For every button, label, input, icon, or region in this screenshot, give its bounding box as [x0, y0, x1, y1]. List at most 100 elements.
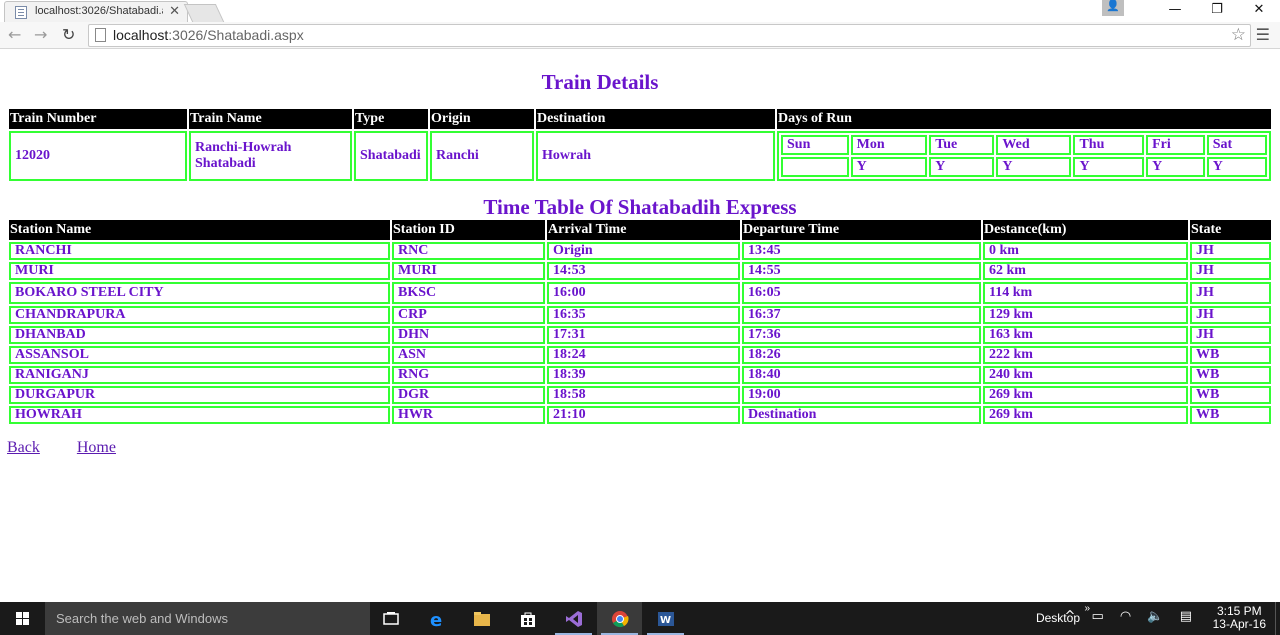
- taskbar-search-box[interactable]: Search the web and Windows: [45, 602, 370, 635]
- timetable-row: DHANBAD DHN 17:31 17:36 163 km JH: [9, 326, 1271, 344]
- page-content: Train Details Train Number Train Name Ty…: [0, 50, 1280, 602]
- timetable-row: DURGAPUR DGR 18:58 19:00 269 km WB: [9, 386, 1271, 404]
- home-link[interactable]: Home: [77, 439, 116, 456]
- timetable-row: ASSANSOL ASN 18:24 18:26 222 km WB: [9, 346, 1271, 364]
- timetable-row: CHANDRAPURA CRP 16:35 16:37 129 km JH: [9, 306, 1271, 324]
- header-days-of-run: Days of Run: [777, 109, 1271, 129]
- timetable-row: RANCHI RNC Origin 13:45 0 km JH: [9, 242, 1271, 260]
- browser-menu-icon[interactable]: ☰: [1256, 25, 1270, 44]
- cell-distance: 0 km: [983, 242, 1188, 260]
- chrome-button[interactable]: [597, 602, 642, 635]
- page-icon: [95, 28, 106, 42]
- cell-departure-time: 18:40: [742, 366, 981, 384]
- cell-departure-time: 17:36: [742, 326, 981, 344]
- cell-station-name: DHANBAD: [9, 326, 390, 344]
- word-icon: W: [657, 611, 674, 626]
- address-bar[interactable]: localhost:3026/Shatabadi.aspx ☆: [88, 24, 1251, 47]
- bookmark-star-icon[interactable]: ☆: [1231, 25, 1246, 45]
- cell-station-id: RNC: [392, 242, 545, 260]
- cell-station-id: BKSC: [392, 282, 545, 304]
- days-of-run-table: Sun Mon Tue Wed Thu Fri Sat Y Y Y Y Y Y: [779, 133, 1269, 179]
- timetable-table: Station Name Station ID Arrival Time Dep…: [7, 218, 1273, 426]
- back-link[interactable]: Back: [7, 439, 40, 456]
- cell-arrival-time: 17:31: [547, 326, 740, 344]
- cell-station-name: BOKARO STEEL CITY: [9, 282, 390, 304]
- train-details-row: 12020 Ranchi-Howrah Shatabadi Shatabadi …: [9, 131, 1271, 181]
- tray-icons[interactable]: ^ ▭ ◠ 🔈 ▤: [1064, 609, 1198, 624]
- train-type: Shatabadi: [354, 131, 428, 181]
- taskbar-clock[interactable]: 3:15 PM 13-Apr-16: [1213, 605, 1266, 631]
- edge-button[interactable]: e: [414, 602, 459, 635]
- svg-text:W: W: [660, 615, 671, 626]
- runs-sat: Y: [1206, 157, 1267, 177]
- forward-arrow-icon[interactable]: →: [34, 25, 47, 44]
- cell-station-id: HWR: [392, 406, 545, 424]
- cell-station-id: CRP: [392, 306, 545, 324]
- header-train-name: Train Name: [189, 109, 352, 129]
- cell-departure-time: 19:00: [742, 386, 981, 404]
- task-view-icon: [382, 611, 399, 625]
- show-desktop-button[interactable]: [1275, 602, 1280, 635]
- edge-icon: e: [430, 610, 442, 628]
- folder-icon: [473, 611, 490, 626]
- train-details-heading: Train Details: [541, 70, 659, 94]
- cell-arrival-time: Origin: [547, 242, 740, 260]
- cell-station-id: MURI: [392, 262, 545, 280]
- svg-text:e: e: [430, 610, 442, 628]
- header-station-id: Station ID: [392, 220, 545, 240]
- tab-title: localhost:3026/Shatabadi.aspx: [35, 5, 163, 17]
- cell-arrival-time: 16:35: [547, 306, 740, 324]
- train-name: Ranchi-Howrah Shatabadi: [189, 131, 352, 181]
- visual-studio-button[interactable]: [551, 602, 596, 635]
- cell-state: JH: [1190, 282, 1271, 304]
- cell-arrival-time: 21:10: [547, 406, 740, 424]
- close-window-button[interactable]: ✕: [1238, 0, 1280, 22]
- days-of-run-cell: Sun Mon Tue Wed Thu Fri Sat Y Y Y Y Y Y: [777, 131, 1271, 181]
- runs-fri: Y: [1146, 157, 1205, 177]
- page-links: Back Home: [7, 439, 149, 457]
- file-explorer-button[interactable]: [459, 602, 504, 635]
- days-row: Sun Mon Tue Wed Thu Fri Sat: [781, 135, 1267, 155]
- reload-icon[interactable]: ↻: [62, 25, 75, 44]
- cell-distance: 114 km: [983, 282, 1188, 304]
- timetable-header-row: Station Name Station ID Arrival Time Dep…: [9, 220, 1271, 240]
- minimize-button[interactable]: —: [1154, 0, 1196, 22]
- tab-close-icon[interactable]: ✕: [169, 4, 180, 19]
- day-tue: Tue: [929, 135, 995, 155]
- browser-tab[interactable]: localhost:3026/Shatabadi.aspx ✕: [4, 1, 188, 22]
- header-origin: Origin: [430, 109, 534, 129]
- restore-button[interactable]: ❐: [1196, 0, 1238, 22]
- back-arrow-icon[interactable]: ←: [8, 25, 21, 44]
- store-bag-icon: [520, 612, 535, 627]
- url-text[interactable]: localhost:3026/Shatabadi.aspx: [113, 27, 304, 43]
- cell-distance: 269 km: [983, 386, 1188, 404]
- cell-station-name: RANIGANJ: [9, 366, 390, 384]
- cell-state: WB: [1190, 406, 1271, 424]
- cell-distance: 62 km: [983, 262, 1188, 280]
- store-button[interactable]: [505, 602, 550, 635]
- cell-station-name: CHANDRAPURA: [9, 306, 390, 324]
- windows-taskbar: Search the web and Windows e W Desktop »…: [0, 602, 1280, 635]
- header-distance: Destance(km): [983, 220, 1188, 240]
- runs-mon: Y: [850, 157, 928, 177]
- task-view-button[interactable]: [368, 602, 413, 635]
- user-profile-icon[interactable]: [1102, 0, 1124, 16]
- cell-station-id: RNG: [392, 366, 545, 384]
- runs-sun: [781, 157, 849, 177]
- day-sun: Sun: [781, 135, 849, 155]
- header-state: State: [1190, 220, 1271, 240]
- chrome-icon: [611, 610, 629, 627]
- cell-distance: 240 km: [983, 366, 1188, 384]
- train-origin: Ranchi: [430, 131, 534, 181]
- cell-arrival-time: 18:39: [547, 366, 740, 384]
- cell-station-id: ASN: [392, 346, 545, 364]
- day-wed: Wed: [996, 135, 1072, 155]
- word-button[interactable]: W: [643, 602, 688, 635]
- clock-date: 13-Apr-16: [1212, 617, 1266, 631]
- cell-arrival-time: 14:53: [547, 262, 740, 280]
- header-train-number: Train Number: [9, 109, 187, 129]
- new-tab-button[interactable]: [183, 4, 225, 22]
- start-button[interactable]: [0, 602, 45, 635]
- day-sat: Sat: [1206, 135, 1267, 155]
- window-controls: — ❐ ✕: [1102, 0, 1280, 22]
